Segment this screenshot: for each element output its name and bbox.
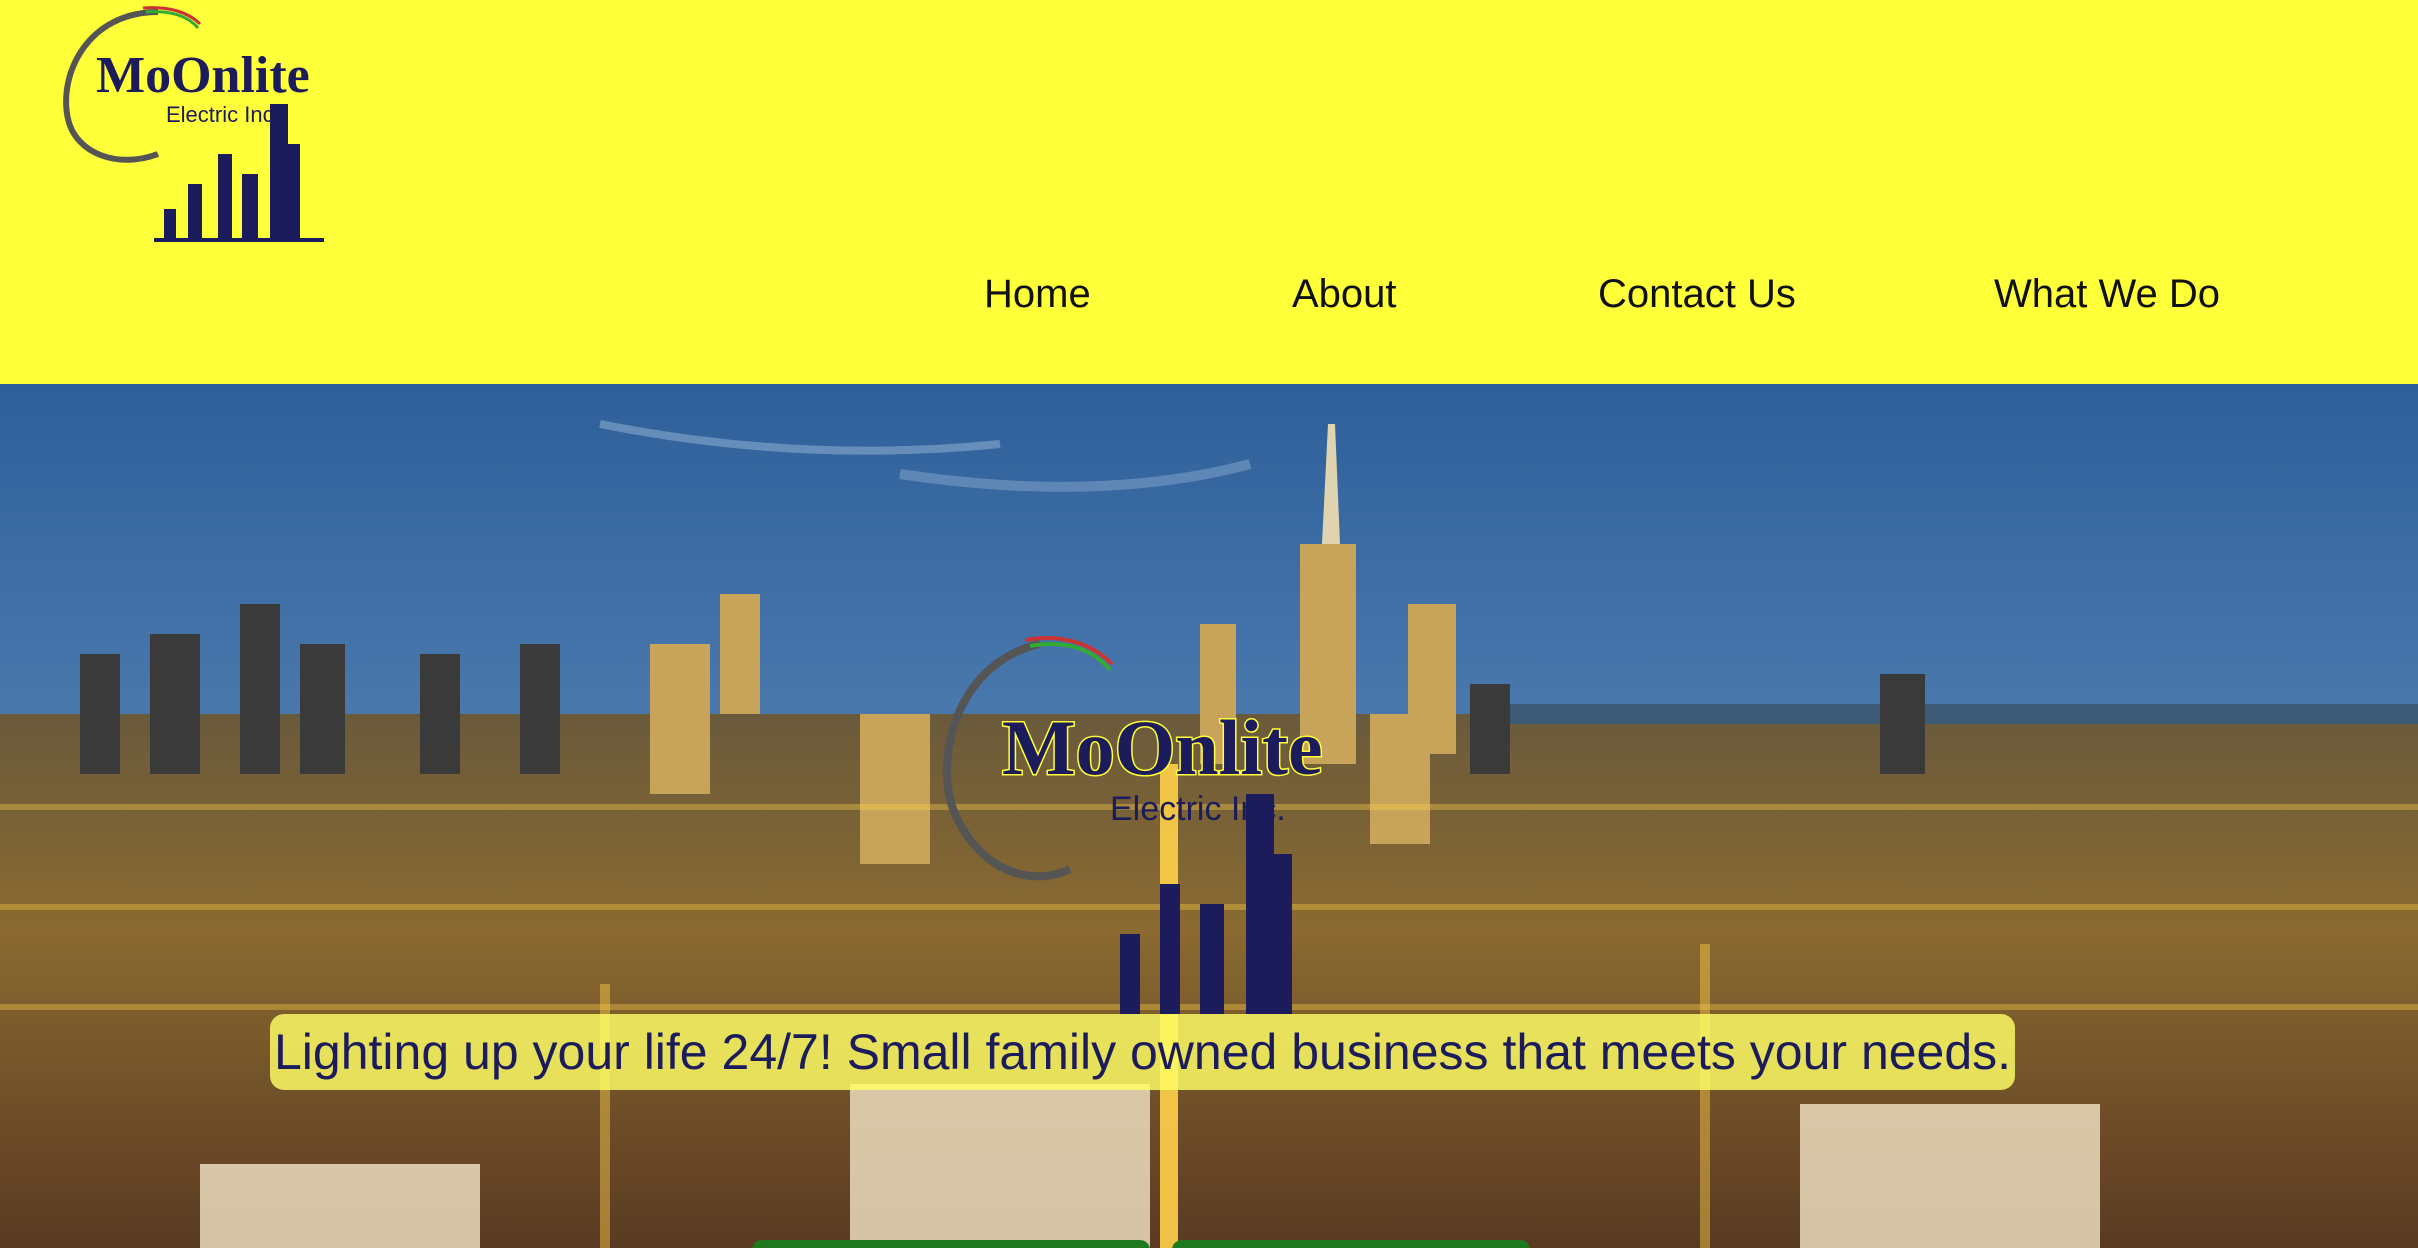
main-nav: Home About Contact Us What We Do [0, 262, 2418, 326]
hero-section: MoOnlite Electric Inc. Lighting up your … [0, 384, 2418, 1248]
hero-cta-button-2[interactable] [1172, 1240, 1530, 1248]
hero-cta-button-1[interactable] [752, 1240, 1150, 1248]
nav-contact-us[interactable]: Contact Us [1598, 262, 1796, 326]
page: MoOnlite Electric Inc. Home About Contac… [0, 0, 2418, 1248]
logo-wordmark: MoOnlite [96, 47, 310, 104]
nav-home[interactable]: Home [984, 262, 1091, 326]
moonlite-logo[interactable]: MoOnlite Electric Inc. [48, 4, 328, 254]
hero-logo-wordmark: MoOnlite [1002, 704, 1323, 791]
hero-tagline: Lighting up your life 24/7! Small family… [270, 1014, 2016, 1090]
site-header: MoOnlite Electric Inc. Home About Contac… [0, 0, 2418, 384]
nav-about[interactable]: About [1292, 262, 1397, 326]
nav-what-we-do[interactable]: What We Do [1994, 262, 2220, 326]
hero-logo: MoOnlite Electric Inc. [943, 636, 1324, 1014]
logo-subtitle: Electric Inc. [166, 102, 280, 127]
